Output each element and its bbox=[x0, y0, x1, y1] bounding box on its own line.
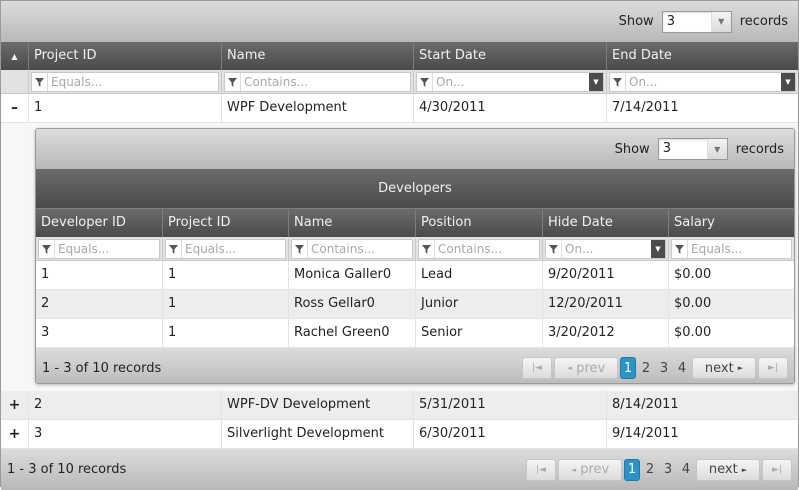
filter-icon[interactable] bbox=[610, 73, 626, 91]
detail-column-header-row: Developer ID Project ID Name Position Hi… bbox=[36, 209, 794, 237]
expand-row-icon[interactable]: + bbox=[1, 391, 29, 419]
date-dropdown-icon[interactable]: ▼ bbox=[781, 73, 795, 91]
filter-icon[interactable] bbox=[32, 73, 48, 91]
column-header-project-id[interactable]: Project ID bbox=[163, 209, 289, 237]
filter-icon[interactable] bbox=[39, 240, 55, 258]
filter-row: Equals... Contains... On... ▼ On... ▼ bbox=[1, 70, 798, 94]
page-size-select[interactable]: 3 ▼ bbox=[661, 10, 732, 33]
chevron-down-icon[interactable]: ▼ bbox=[706, 139, 727, 159]
prev-page-button[interactable]: ◄ prev bbox=[558, 458, 622, 481]
cell-end-date: 9/14/2011 bbox=[612, 426, 679, 441]
table-row[interactable]: 2 1 Ross Gellar0 Junior 12/20/2011 $0.00 bbox=[36, 290, 794, 319]
page-size-bar: Show 3 ▼ records bbox=[1, 1, 798, 42]
cell-end-date: 7/14/2011 bbox=[612, 100, 679, 115]
filter-icon[interactable] bbox=[292, 240, 308, 258]
cell-name: WPF-DV Development bbox=[222, 391, 414, 419]
filter-hide-date[interactable]: On... ▼ bbox=[545, 239, 666, 259]
chevron-down-icon[interactable]: ▼ bbox=[710, 11, 731, 32]
page-size-value: 3 bbox=[662, 141, 671, 156]
detail-pager: 1 - 3 of 10 records |◄ ◄ prev 1 2 3 4 nex… bbox=[36, 348, 794, 383]
cell-project-id: 2 bbox=[29, 391, 222, 419]
column-header-row: ▲ Project ID Name Start Date End Date bbox=[1, 42, 798, 70]
column-header-developer-id[interactable]: Developer ID bbox=[36, 209, 163, 237]
records-label: records bbox=[735, 141, 784, 157]
detail-page-size-select[interactable]: 3 ▼ bbox=[657, 138, 728, 160]
page-size-value: 3 bbox=[666, 13, 675, 29]
group-header: Developers bbox=[36, 169, 794, 209]
pager-summary: 1 - 3 of 10 records bbox=[7, 462, 127, 477]
table-row[interactable]: 3 1 Rachel Green0 Senior 3/20/2012 $0.00 bbox=[36, 319, 794, 348]
page-1-button[interactable]: 1 bbox=[620, 357, 636, 379]
page-3-button[interactable]: 3 bbox=[660, 459, 676, 481]
filter-icon[interactable] bbox=[166, 240, 182, 258]
cell-project-id: 3 bbox=[29, 420, 222, 448]
pager-summary: 1 - 3 of 10 records bbox=[42, 360, 162, 376]
first-page-button[interactable]: |◄ bbox=[526, 458, 556, 481]
filter-name[interactable]: Contains... bbox=[224, 72, 411, 92]
projects-grid: Show 3 ▼ records ▲ Project ID Name Start… bbox=[0, 0, 799, 490]
filter-icon[interactable] bbox=[419, 240, 435, 258]
cell-name: WPF Development bbox=[222, 94, 414, 122]
table-row[interactable]: 1 1 Monica Galler0 Lead 9/20/2011 $0.00 bbox=[36, 261, 794, 290]
page-2-button[interactable]: 2 bbox=[638, 357, 654, 379]
filter-icon[interactable] bbox=[417, 73, 433, 91]
filter-developer-id[interactable]: Equals... bbox=[38, 239, 160, 259]
filter-icon[interactable] bbox=[225, 73, 241, 91]
page-4-button[interactable]: 4 bbox=[678, 459, 694, 481]
expand-row-icon[interactable]: + bbox=[1, 420, 29, 448]
row-detail-area: Show 3 ▼ records Developers Developer ID… bbox=[1, 123, 798, 391]
filter-icon[interactable] bbox=[672, 240, 688, 258]
column-header-name[interactable]: Name bbox=[289, 209, 416, 237]
cell-project-id: 1 bbox=[29, 94, 222, 122]
page-2-button[interactable]: 2 bbox=[642, 459, 658, 481]
date-dropdown-icon[interactable]: ▼ bbox=[651, 240, 665, 258]
column-header-project-id[interactable]: Project ID bbox=[29, 42, 222, 70]
page-3-button[interactable]: 3 bbox=[656, 357, 672, 379]
main-pager: 1 - 3 of 10 records |◄ ◄ prev 1 2 3 4 nex… bbox=[1, 449, 798, 490]
column-header-name[interactable]: Name bbox=[222, 42, 414, 70]
filter-icon[interactable] bbox=[546, 240, 562, 258]
table-row[interactable]: – 1 WPF Development 4/30/2011 7/14/2011 bbox=[1, 94, 798, 123]
column-header-hide-date[interactable]: Hide Date bbox=[543, 209, 669, 237]
pager-controls: |◄ ◄ prev 1 2 3 4 next ► ►| bbox=[522, 357, 788, 379]
filter-position[interactable]: Contains... bbox=[418, 239, 540, 259]
cell-start-date: 5/31/2011 bbox=[414, 391, 607, 419]
column-header-position[interactable]: Position bbox=[416, 209, 543, 237]
detail-page-size-bar: Show 3 ▼ records bbox=[36, 129, 794, 169]
show-label: Show bbox=[618, 14, 654, 29]
collapse-row-icon[interactable]: – bbox=[1, 94, 29, 122]
show-label: Show bbox=[614, 141, 650, 157]
date-dropdown-icon[interactable]: ▼ bbox=[589, 73, 603, 91]
filter-start-date[interactable]: On... ▼ bbox=[416, 72, 604, 92]
filter-project-id[interactable]: Equals... bbox=[31, 72, 219, 92]
filter-project-id[interactable]: Equals... bbox=[165, 239, 286, 259]
column-header-start-date[interactable]: Start Date bbox=[414, 42, 607, 70]
next-page-button[interactable]: next ► bbox=[696, 458, 760, 481]
pager-controls: |◄ ◄ prev 1 2 3 4 next ► ►| bbox=[526, 458, 792, 481]
cell-start-date: 4/30/2011 bbox=[414, 94, 607, 122]
cell-end-date: 8/14/2011 bbox=[612, 397, 679, 412]
last-page-button[interactable]: ►| bbox=[758, 357, 788, 379]
filter-name[interactable]: Contains... bbox=[291, 239, 413, 259]
filter-salary[interactable]: Equals... bbox=[671, 239, 792, 259]
filter-end-date[interactable]: On... ▼ bbox=[609, 72, 796, 92]
column-header-salary[interactable]: Salary bbox=[669, 209, 794, 237]
last-page-button[interactable]: ►| bbox=[762, 458, 792, 481]
collapse-all-icon[interactable]: ▲ bbox=[1, 42, 29, 70]
records-label: records bbox=[739, 14, 788, 29]
detail-filter-row: Equals... Equals... Contains... Contains… bbox=[36, 237, 794, 261]
prev-page-button[interactable]: ◄ prev bbox=[554, 357, 618, 379]
table-row[interactable]: + 3 Silverlight Development 6/30/2011 9/… bbox=[1, 420, 798, 449]
cell-start-date: 6/30/2011 bbox=[414, 420, 607, 448]
column-header-end-date[interactable]: End Date bbox=[607, 42, 798, 70]
page-1-button[interactable]: 1 bbox=[624, 458, 640, 481]
table-row[interactable]: + 2 WPF-DV Development 5/31/2011 8/14/20… bbox=[1, 391, 798, 420]
first-page-button[interactable]: |◄ bbox=[522, 357, 552, 379]
next-page-button[interactable]: next ► bbox=[692, 357, 756, 379]
developers-detail-grid: Show 3 ▼ records Developers Developer ID… bbox=[35, 128, 795, 384]
page-4-button[interactable]: 4 bbox=[674, 357, 690, 379]
cell-name: Silverlight Development bbox=[222, 420, 414, 448]
